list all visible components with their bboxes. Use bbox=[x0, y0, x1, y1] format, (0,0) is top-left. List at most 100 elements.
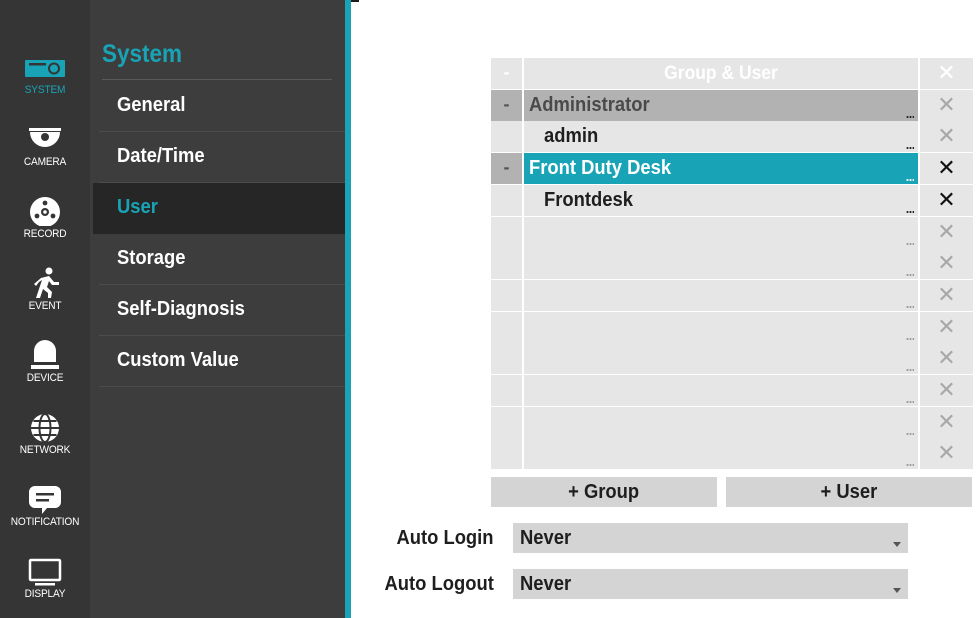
delete-button[interactable]: ✕ bbox=[920, 312, 973, 343]
submenu-item-label: User bbox=[117, 196, 158, 218]
nav-item-device[interactable]: DEVICE bbox=[0, 332, 90, 404]
dropdown-arrow-icon bbox=[893, 588, 901, 593]
delete-button[interactable]: ✕ bbox=[920, 217, 973, 248]
auto-logout-select[interactable]: Never bbox=[513, 569, 908, 599]
auto-logout-label: Auto Logout bbox=[384, 573, 494, 595]
add-user-button[interactable]: + User bbox=[726, 477, 972, 507]
nav-item-network[interactable]: NETWORK bbox=[0, 404, 90, 476]
delete-all-button[interactable]: ✕ bbox=[920, 58, 973, 89]
accent-divider bbox=[345, 0, 351, 618]
nav-item-system[interactable]: SYSTEM bbox=[0, 44, 90, 116]
name-cell[interactable] bbox=[524, 407, 918, 438]
edit-ellipsis-icon[interactable] bbox=[906, 400, 914, 404]
empty-row[interactable]: ✕ bbox=[491, 312, 973, 344]
minus-icon: - bbox=[503, 157, 510, 177]
empty-row[interactable]: ✕ bbox=[491, 407, 973, 439]
nav-item-display[interactable]: DISPLAY bbox=[0, 548, 90, 618]
notification-icon bbox=[29, 486, 61, 514]
edit-ellipsis-icon[interactable] bbox=[906, 178, 914, 182]
edit-ellipsis-icon[interactable] bbox=[906, 146, 914, 150]
column-header-label: Group & User bbox=[664, 63, 778, 84]
auto-login-select[interactable]: Never bbox=[513, 523, 908, 553]
display-icon bbox=[28, 558, 62, 586]
edit-ellipsis-icon[interactable] bbox=[906, 210, 914, 214]
column-header: Group & User bbox=[524, 58, 918, 89]
close-icon: ✕ bbox=[937, 187, 956, 212]
delete-button[interactable]: ✕ bbox=[920, 121, 973, 152]
edit-ellipsis-icon[interactable] bbox=[906, 337, 914, 341]
name-cell[interactable] bbox=[524, 312, 918, 343]
empty-row[interactable]: ✕ bbox=[491, 438, 973, 470]
submenu-item-general[interactable]: General bbox=[93, 81, 345, 132]
nav-label: SYSTEM bbox=[24, 84, 66, 96]
close-icon: ✕ bbox=[937, 219, 956, 244]
delete-button[interactable]: ✕ bbox=[920, 153, 973, 184]
name-cell[interactable] bbox=[524, 248, 918, 279]
edit-ellipsis-icon[interactable] bbox=[906, 273, 914, 277]
name-cell[interactable]: admin bbox=[524, 121, 918, 152]
submenu-item-storage[interactable]: Storage bbox=[93, 234, 345, 285]
delete-button[interactable]: ✕ bbox=[920, 375, 973, 406]
submenu-item-label: Self-Diagnosis bbox=[117, 298, 245, 320]
empty-row[interactable]: ✕ bbox=[491, 375, 973, 407]
edit-ellipsis-icon[interactable] bbox=[906, 242, 914, 246]
collapse-toggle[interactable]: - bbox=[491, 90, 522, 121]
edit-ellipsis-icon[interactable] bbox=[906, 432, 914, 436]
group-row[interactable]: - Administrator ✕ bbox=[491, 90, 973, 122]
delete-button[interactable]: ✕ bbox=[920, 438, 973, 469]
empty-row[interactable]: ✕ bbox=[491, 217, 973, 249]
minus-icon: - bbox=[503, 94, 510, 114]
name-cell[interactable] bbox=[524, 280, 918, 311]
delete-button[interactable]: ✕ bbox=[920, 407, 973, 438]
row-cell bbox=[491, 121, 522, 152]
name-cell[interactable] bbox=[524, 438, 918, 469]
submenu-item-user[interactable]: User bbox=[93, 183, 345, 234]
submenu-item-label: Custom Value bbox=[117, 349, 239, 371]
group-row[interactable]: - Front Duty Desk ✕ bbox=[491, 153, 973, 185]
submenu-item-date-time[interactable]: Date/Time bbox=[93, 132, 345, 183]
collapse-toggle[interactable]: - bbox=[491, 153, 522, 184]
delete-button[interactable]: ✕ bbox=[920, 90, 973, 121]
submenu-item-custom-value[interactable]: Custom Value bbox=[93, 336, 345, 387]
submenu: System General Date/Time User Storage Se… bbox=[90, 0, 345, 618]
name-cell[interactable] bbox=[524, 375, 918, 406]
empty-row[interactable]: ✕ bbox=[491, 280, 973, 312]
delete-button[interactable]: ✕ bbox=[920, 343, 973, 374]
main-nav: SYSTEM CAMERA RECORD EVENT DEVICE NETWOR… bbox=[0, 0, 90, 618]
close-icon: ✕ bbox=[937, 345, 956, 370]
user-name: admin bbox=[544, 125, 599, 147]
add-group-button[interactable]: + Group bbox=[491, 477, 717, 507]
name-cell[interactable]: Front Duty Desk bbox=[524, 153, 918, 184]
nav-item-camera[interactable]: CAMERA bbox=[0, 116, 90, 188]
edit-ellipsis-icon[interactable] bbox=[906, 115, 914, 119]
submenu-item-label: General bbox=[117, 94, 186, 116]
name-cell[interactable]: Frontdesk bbox=[524, 185, 918, 216]
delete-button[interactable]: ✕ bbox=[920, 248, 973, 279]
add-group-label: + Group bbox=[568, 481, 640, 503]
close-icon: ✕ bbox=[937, 250, 956, 275]
group-name: Front Duty Desk bbox=[529, 157, 672, 179]
close-icon: ✕ bbox=[937, 314, 956, 339]
dropdown-arrow-icon bbox=[893, 542, 901, 547]
edit-ellipsis-icon[interactable] bbox=[906, 463, 914, 467]
row-cell bbox=[491, 248, 522, 279]
edit-ellipsis-icon[interactable] bbox=[906, 368, 914, 372]
submenu-item-self-diagnosis[interactable]: Self-Diagnosis bbox=[93, 285, 345, 336]
empty-row[interactable]: ✕ bbox=[491, 343, 973, 375]
nav-item-record[interactable]: RECORD bbox=[0, 188, 90, 260]
empty-row[interactable]: ✕ bbox=[491, 248, 973, 280]
submenu-title-divider bbox=[102, 79, 332, 80]
delete-button[interactable]: ✕ bbox=[920, 185, 973, 216]
edit-ellipsis-icon[interactable] bbox=[906, 305, 914, 309]
user-row[interactable]: Frontdesk ✕ bbox=[491, 185, 973, 217]
delete-button[interactable]: ✕ bbox=[920, 280, 973, 311]
name-cell[interactable]: Administrator bbox=[524, 90, 918, 121]
collapse-all-button[interactable]: - bbox=[491, 58, 522, 89]
name-cell[interactable] bbox=[524, 217, 918, 248]
user-name: Frontdesk bbox=[544, 189, 633, 211]
name-cell[interactable] bbox=[524, 343, 918, 374]
user-row[interactable]: admin ✕ bbox=[491, 121, 973, 153]
row-cell bbox=[491, 407, 522, 438]
nav-item-event[interactable]: EVENT bbox=[0, 260, 90, 332]
nav-item-notification[interactable]: NOTIFICATION bbox=[0, 476, 90, 548]
